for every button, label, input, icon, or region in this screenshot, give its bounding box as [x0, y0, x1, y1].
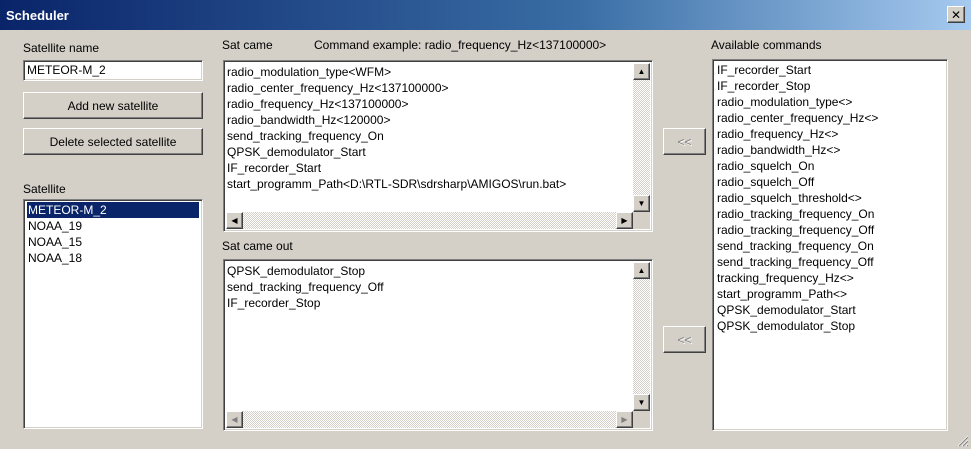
command-line[interactable]: radio_bandwidth_Hz<120000> [227, 112, 632, 128]
list-item[interactable]: QPSK_demodulator_Start [716, 302, 944, 318]
scroll-left-icon[interactable]: ◀ [226, 212, 243, 229]
list-item[interactable]: radio_tracking_frequency_On [716, 206, 944, 222]
sat-came-horizontal-scrollbar[interactable]: ◀ ▶ [226, 212, 633, 229]
command-example-label: Command example: radio_frequency_Hz<1371… [314, 38, 607, 52]
command-line[interactable]: radio_modulation_type<WFM> [227, 64, 632, 80]
add-satellite-button-label: Add new satellite [67, 98, 159, 113]
sat-came-out-vertical-scrollbar[interactable]: ▲ ▼ [633, 262, 650, 411]
move-left-icon: << [677, 332, 692, 347]
command-line[interactable]: QPSK_demodulator_Start [227, 144, 632, 160]
scroll-down-icon[interactable]: ▼ [633, 394, 650, 411]
command-line[interactable]: send_tracking_frequency_On [227, 128, 632, 144]
scroll-up-icon[interactable]: ▲ [633, 63, 650, 80]
satellite-name-input[interactable]: METEOR-M_2 [23, 60, 203, 81]
delete-satellite-button-label: Delete selected satellite [49, 134, 177, 149]
list-item[interactable]: NOAA_18 [27, 250, 199, 266]
command-line[interactable]: radio_frequency_Hz<137100000> [227, 96, 632, 112]
list-item[interactable]: radio_frequency_Hz<> [716, 126, 944, 142]
sat-came-memo[interactable]: radio_modulation_type<WFM> radio_center_f… [223, 60, 653, 232]
command-line[interactable]: start_programm_Path<D:\RTL-SDR\sdrsharp\… [227, 176, 632, 192]
list-item[interactable]: NOAA_15 [27, 234, 199, 250]
command-line[interactable]: QPSK_demodulator_Stop [227, 263, 632, 279]
scroll-right-icon[interactable]: ▶ [616, 411, 633, 428]
scroll-left-icon[interactable]: ◀ [226, 411, 243, 428]
list-item[interactable]: METEOR-M_2 [27, 202, 199, 218]
available-commands-list[interactable]: IF_recorder_Start IF_recorder_Stop radio_m… [712, 59, 948, 431]
close-button[interactable]: ✕ [947, 6, 965, 23]
sat-came-out-horizontal-scrollbar[interactable]: ◀ ▶ [226, 411, 633, 428]
add-command-to-sat-came-button[interactable]: << [663, 128, 706, 155]
list-item[interactable]: radio_squelch_Off [716, 174, 944, 190]
add-satellite-button[interactable]: Add new satellite [23, 92, 203, 119]
satellite-name-label: Satellite name [23, 41, 100, 55]
list-item[interactable]: IF_recorder_Start [716, 62, 944, 78]
list-item[interactable]: QPSK_demodulator_Stop [716, 318, 944, 334]
scrollbar-corner [633, 411, 650, 428]
scroll-up-icon[interactable]: ▲ [633, 262, 650, 279]
list-item[interactable]: radio_squelch_On [716, 158, 944, 174]
title-bar: Scheduler ✕ [0, 0, 971, 30]
sat-came-vertical-scrollbar[interactable]: ▲ ▼ [633, 63, 650, 212]
list-item[interactable]: radio_bandwidth_Hz<> [716, 142, 944, 158]
scroll-down-icon[interactable]: ▼ [633, 195, 650, 212]
resize-grip-icon[interactable] [957, 435, 969, 447]
command-line[interactable]: IF_recorder_Stop [227, 295, 632, 311]
satellite-list[interactable]: METEOR-M_2 NOAA_19 NOAA_15 NOAA_18 [23, 199, 203, 429]
sat-came-out-memo[interactable]: QPSK_demodulator_Stop send_tracking_frequ… [223, 259, 653, 431]
scroll-right-icon[interactable]: ▶ [616, 212, 633, 229]
satellite-list-label: Satellite [23, 182, 66, 196]
sat-came-label: Sat came [222, 38, 273, 52]
list-item[interactable]: NOAA_19 [27, 218, 199, 234]
sat-came-text[interactable]: radio_modulation_type<WFM> radio_center_f… [227, 64, 632, 192]
scrollbar-corner [633, 212, 650, 229]
command-line[interactable]: radio_center_frequency_Hz<137100000> [227, 80, 632, 96]
list-item[interactable]: tracking_frequency_Hz<> [716, 270, 944, 286]
command-line[interactable]: send_tracking_frequency_Off [227, 279, 632, 295]
sat-came-out-label: Sat came out [222, 239, 293, 253]
sat-came-out-text[interactable]: QPSK_demodulator_Stop send_tracking_frequ… [227, 263, 632, 311]
move-left-icon: << [677, 134, 692, 149]
list-item[interactable]: radio_modulation_type<> [716, 94, 944, 110]
list-item[interactable]: radio_squelch_threshold<> [716, 190, 944, 206]
delete-satellite-button[interactable]: Delete selected satellite [23, 128, 203, 155]
command-line[interactable]: IF_recorder_Start [227, 160, 632, 176]
available-commands-label: Available commands [711, 38, 822, 52]
list-item[interactable]: IF_recorder_Stop [716, 78, 944, 94]
list-item[interactable]: send_tracking_frequency_On [716, 238, 944, 254]
list-item[interactable]: radio_tracking_frequency_Off [716, 222, 944, 238]
list-item[interactable]: send_tracking_frequency_Off [716, 254, 944, 270]
list-item[interactable]: start_programm_Path<> [716, 286, 944, 302]
list-item[interactable]: radio_center_frequency_Hz<> [716, 110, 944, 126]
window-title: Scheduler [6, 7, 69, 23]
close-icon: ✕ [950, 7, 962, 22]
add-command-to-sat-came-out-button[interactable]: << [663, 326, 706, 353]
